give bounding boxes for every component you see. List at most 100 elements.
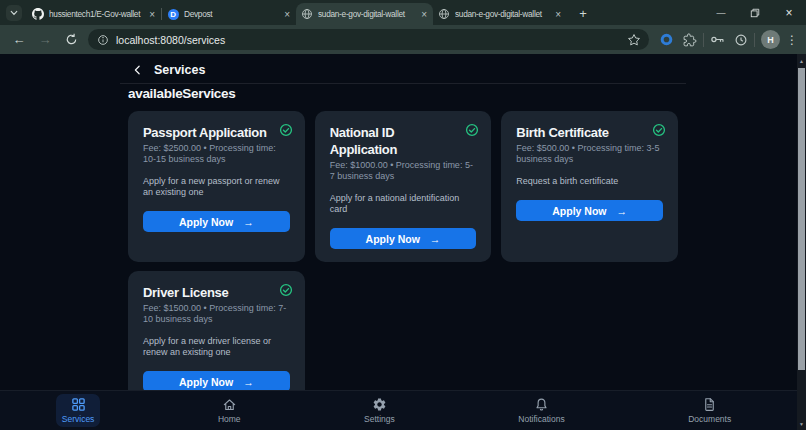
window-minimize-button[interactable]: —	[704, 0, 738, 25]
nav-item-services[interactable]: Services	[56, 394, 101, 427]
service-name: National ID Application	[330, 124, 477, 158]
toolbar-actions: H ⋮	[659, 30, 798, 49]
tab-sudan-wallet-active[interactable]: sudan-e-gov-digital-wallet ×	[296, 3, 433, 25]
arrow-right-icon: →	[430, 233, 441, 245]
service-name: Driver License	[143, 284, 290, 301]
bottom-navigation: Services Home Settings Notifications	[0, 390, 806, 430]
apply-now-button[interactable]: Apply Now →	[143, 211, 290, 232]
browser-menu-button[interactable]: ⋮	[786, 33, 798, 47]
extension-blue-icon[interactable]	[659, 32, 674, 48]
service-meta: Fee: $1000.00 • Processing time: 5-7 bus…	[330, 160, 477, 182]
site-info-icon[interactable]	[97, 34, 109, 46]
check-circle-icon	[279, 283, 293, 301]
nav-label: Home	[218, 414, 241, 424]
github-icon	[32, 8, 44, 20]
apply-now-button[interactable]: Apply Now →	[516, 200, 663, 221]
back-button[interactable]: ←	[10, 31, 28, 49]
service-description: Apply for a new passport or renew an exi…	[143, 176, 290, 198]
tab-title: Devpost	[184, 9, 281, 19]
toolbar-separator	[703, 33, 704, 47]
extensions-puzzle-icon[interactable]	[682, 32, 697, 48]
arrow-right-icon: →	[243, 216, 254, 228]
chevron-down-icon	[10, 9, 18, 17]
apply-now-label: Apply Now	[366, 233, 420, 245]
scrollbar-up-arrow[interactable]: ▲	[797, 54, 806, 67]
check-circle-icon	[652, 123, 666, 141]
back-chevron-icon[interactable]	[132, 64, 144, 76]
nav-label: Services	[62, 414, 95, 424]
arrow-right-icon: →	[243, 376, 254, 388]
tab-bar: hussientech1/E-Gov-wallet × D Devpost × …	[0, 0, 806, 25]
profile-avatar[interactable]: H	[761, 30, 780, 49]
app-header: Services	[120, 54, 686, 77]
header-divider	[120, 83, 686, 84]
history-icon[interactable]	[733, 32, 748, 48]
bookmark-star-icon[interactable]	[627, 33, 641, 47]
refresh-button[interactable]	[62, 31, 80, 49]
browser-window: hussientech1/E-Gov-wallet × D Devpost × …	[0, 0, 806, 430]
tab-close-icon[interactable]: ×	[281, 8, 293, 20]
tab-github[interactable]: hussientech1/E-Gov-wallet ×	[27, 3, 161, 25]
apply-now-label: Apply Now	[179, 376, 233, 388]
page-scrollbar[interactable]: ▲ ▼	[797, 54, 806, 430]
nav-item-documents[interactable]: Documents	[682, 394, 737, 427]
tab-close-icon[interactable]: ×	[146, 8, 158, 20]
url-text[interactable]: localhost:8080/services	[116, 34, 627, 46]
tab-close-icon[interactable]: ×	[552, 8, 564, 20]
scrollbar-thumb[interactable]	[798, 68, 805, 370]
nav-item-home[interactable]: Home	[212, 394, 247, 427]
gear-icon	[372, 397, 387, 412]
service-description: Apply for a new driver license or renew …	[143, 336, 290, 358]
apply-now-button[interactable]: Apply Now →	[143, 371, 290, 392]
tab-sudan-wallet[interactable]: sudan-e-gov-digital-wallet ×	[433, 3, 567, 25]
tab-devpost[interactable]: D Devpost ×	[162, 3, 296, 25]
section-title: availableServices	[120, 86, 686, 101]
service-meta: Fee: $500.00 • Processing time: 3-5 busi…	[516, 143, 663, 165]
globe-icon	[301, 8, 313, 20]
tab-title: sudan-e-gov-digital-wallet	[455, 9, 552, 19]
window-controls: — ×	[704, 0, 806, 25]
service-card-birth-certificate: Birth Certificate Fee: $500.00 • Process…	[501, 111, 678, 262]
service-meta: Fee: $1500.00 • Processing time: 7-10 bu…	[143, 303, 290, 325]
nav-label: Settings	[364, 414, 395, 424]
window-restore-button[interactable]	[738, 0, 772, 25]
new-tab-button[interactable]: +	[573, 3, 593, 23]
forward-button[interactable]: →	[36, 31, 54, 49]
browser-toolbar: ← → localhost:8080/services H	[0, 25, 806, 54]
document-icon	[702, 397, 717, 412]
nav-item-notifications[interactable]: Notifications	[512, 394, 570, 427]
tab-close-icon[interactable]: ×	[418, 8, 430, 20]
apply-now-label: Apply Now	[179, 216, 233, 228]
bell-icon	[534, 397, 549, 412]
check-circle-icon	[465, 123, 479, 141]
address-bar[interactable]: localhost:8080/services	[88, 29, 649, 50]
service-name: Passport Application	[143, 124, 290, 141]
services-grid: Passport Application Fee: $2500.00 • Pro…	[120, 111, 686, 405]
nav-label: Notifications	[518, 414, 564, 424]
service-description: Request a birth certificate	[516, 176, 663, 187]
nav-label: Documents	[688, 414, 731, 424]
tab-title: sudan-e-gov-digital-wallet	[318, 9, 418, 19]
apply-now-label: Apply Now	[552, 205, 606, 217]
service-description: Apply for a national identification card	[330, 193, 477, 215]
apply-now-button[interactable]: Apply Now →	[330, 228, 477, 249]
service-card-national-id: National ID Application Fee: $1000.00 • …	[315, 111, 492, 262]
tab-title: hussientech1/E-Gov-wallet	[49, 9, 146, 19]
service-meta: Fee: $2500.00 • Processing time: 10-15 b…	[143, 143, 290, 165]
page-content: Services availableServices Passport Appl…	[0, 54, 806, 430]
service-card-passport: Passport Application Fee: $2500.00 • Pro…	[128, 111, 305, 262]
service-name: Birth Certificate	[516, 124, 663, 141]
service-card-driver-license: Driver License Fee: $1500.00 • Processin…	[128, 271, 305, 405]
toolbar-separator	[754, 33, 755, 47]
password-key-icon[interactable]	[710, 32, 725, 48]
devpost-icon: D	[167, 8, 179, 20]
scrollbar-down-arrow[interactable]: ▼	[797, 417, 806, 430]
arrow-right-icon: →	[617, 205, 628, 217]
nav-item-settings[interactable]: Settings	[358, 394, 401, 427]
window-close-button[interactable]: ×	[772, 0, 806, 25]
tab-search-button[interactable]	[6, 5, 22, 21]
home-icon	[222, 397, 237, 412]
grid-icon	[71, 397, 86, 412]
page-title: Services	[154, 63, 205, 77]
globe-icon	[438, 8, 450, 20]
